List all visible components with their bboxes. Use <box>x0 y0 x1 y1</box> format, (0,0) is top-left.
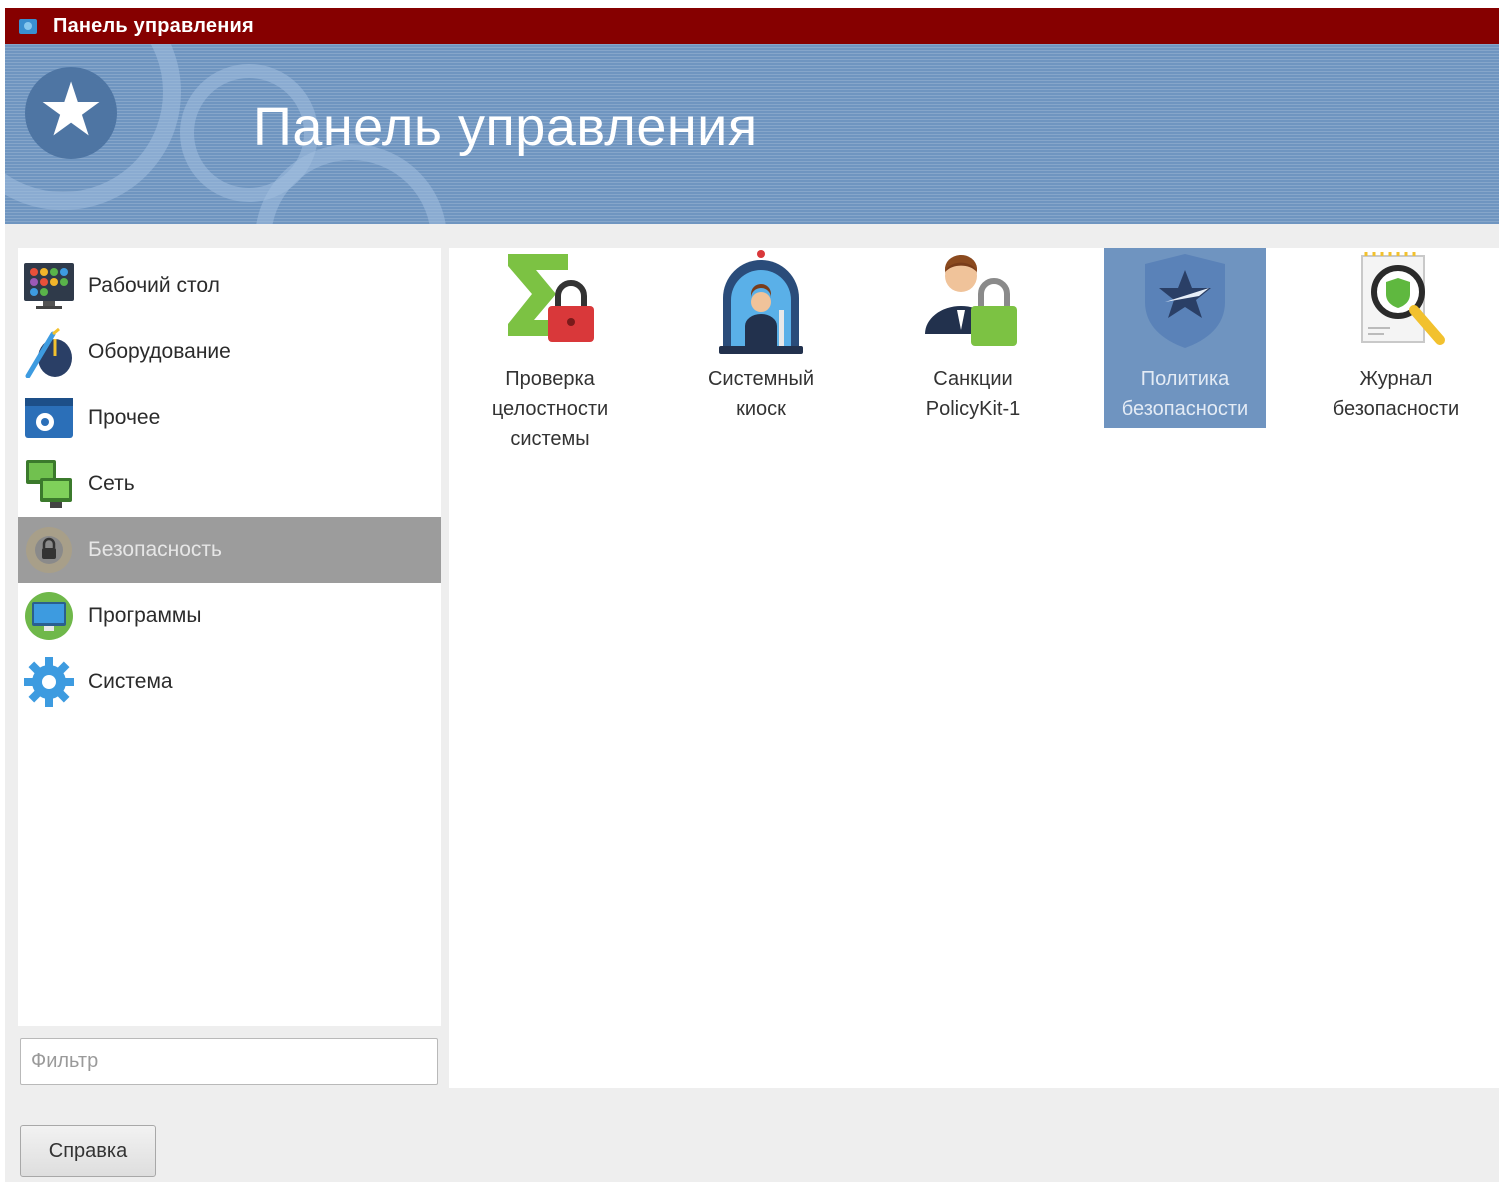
desktop-grid-icon <box>23 260 75 312</box>
applet-security-log[interactable]: Журнал безопасности <box>1315 248 1477 428</box>
programs-monitor-icon <box>23 590 75 642</box>
network-monitors-icon <box>23 458 75 510</box>
sidebar-item-label: Оборудование <box>88 340 231 363</box>
category-sidebar: Рабочий стол Оборудование Прочее Сеть Бе… <box>18 248 441 1026</box>
applet-integrity-check[interactable]: Проверка целостности системы <box>469 248 631 450</box>
security-policy-shield-icon <box>1129 248 1241 360</box>
sidebar-item-hardware[interactable]: Оборудование <box>18 319 441 385</box>
sidebar-item-other[interactable]: Прочее <box>18 385 441 451</box>
control-panel-app-icon <box>19 18 37 34</box>
system-kiosk-icon <box>705 248 817 360</box>
sidebar-item-label: Рабочий стол <box>88 274 220 297</box>
sidebar-item-label: Сеть <box>88 472 135 495</box>
sidebar-item-label: Система <box>88 670 173 693</box>
sidebar-item-label: Программы <box>88 604 202 627</box>
sidebar-item-programs[interactable]: Программы <box>18 583 441 649</box>
security-lock-icon <box>23 524 75 576</box>
applet-policykit-sanctions[interactable]: Санкции PolicyKit-1 <box>892 248 1054 428</box>
help-button[interactable]: Справка <box>20 1125 156 1177</box>
window-title: Панель управления <box>53 14 254 37</box>
sidebar-item-security[interactable]: Безопасность <box>18 517 441 583</box>
tile-label: Системный киоск <box>707 368 814 420</box>
applet-security-policy[interactable]: Политика безопасности <box>1104 248 1266 428</box>
security-log-magnifier-icon <box>1340 248 1452 360</box>
tile-label: Санкции PolicyKit-1 <box>925 368 1021 420</box>
integrity-sigma-lock-icon <box>494 248 606 360</box>
sidebar-item-label: Прочее <box>88 406 161 429</box>
sidebar-item-label: Безопасность <box>88 538 222 561</box>
hardware-mouse-icon <box>23 326 75 379</box>
sidebar-item-desktop[interactable]: Рабочий стол <box>18 253 441 319</box>
tile-label: Проверка целостности системы <box>491 368 609 450</box>
system-gear-icon <box>23 656 75 708</box>
filter-input[interactable] <box>20 1038 438 1085</box>
applets-panel: Проверка целостности системы Системный к… <box>449 248 1499 1088</box>
title-bar[interactable]: Панель управления <box>5 8 1499 44</box>
applet-system-kiosk[interactable]: Системный киоск <box>680 248 842 428</box>
star-logo-icon: ★ <box>25 67 117 159</box>
tile-label: Журнал безопасности <box>1332 368 1460 420</box>
banner-title: Панель управления <box>253 97 758 157</box>
policykit-user-lock-icon <box>917 248 1029 360</box>
other-gear-window-icon <box>23 392 75 444</box>
header-banner: ★ Панель управления <box>5 44 1499 224</box>
sidebar-item-network[interactable]: Сеть <box>18 451 441 517</box>
sidebar-item-system[interactable]: Система <box>18 649 441 715</box>
control-panel-window: Панель управления ★ Панель управления Ра… <box>5 8 1499 1182</box>
tile-label: Политика безопасности <box>1121 368 1249 420</box>
